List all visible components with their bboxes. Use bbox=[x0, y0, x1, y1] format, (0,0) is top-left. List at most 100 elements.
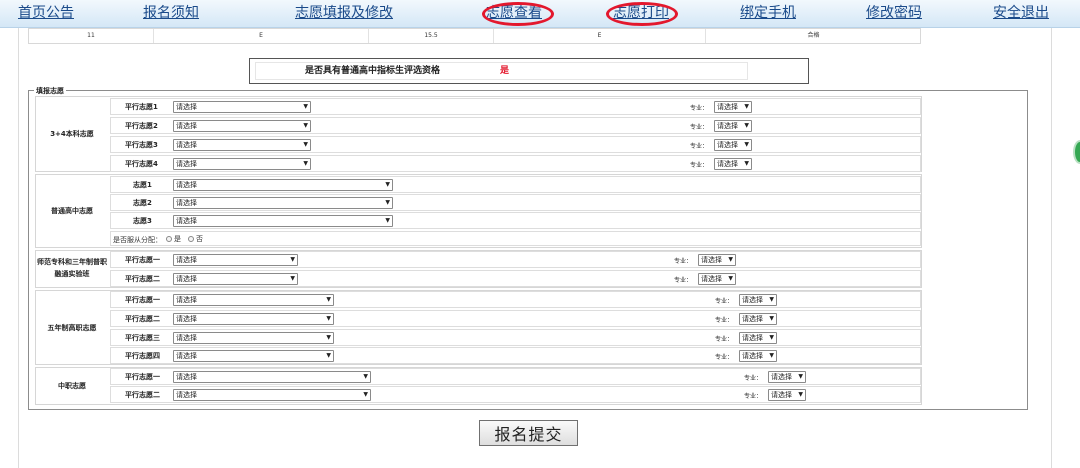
select-value: 请选择 bbox=[717, 103, 738, 111]
group-label: 中职志愿 bbox=[58, 382, 86, 390]
obey-yes-option[interactable]: 是 bbox=[163, 234, 181, 244]
radio-no[interactable] bbox=[188, 236, 194, 242]
select-value: 请选择 bbox=[176, 160, 197, 168]
dropdown-arrow-icon: ▼ bbox=[744, 141, 749, 148]
major-label: 专业： bbox=[715, 317, 734, 324]
major-select[interactable]: 请选择 ▼ bbox=[739, 313, 777, 325]
school-select[interactable]: 请选择 ▼ bbox=[173, 101, 311, 113]
dropdown-arrow-icon: ▼ bbox=[290, 275, 295, 282]
school-select[interactable]: 请选择 ▼ bbox=[173, 313, 334, 325]
major-select[interactable]: 请选择 ▼ bbox=[739, 294, 777, 306]
major-label: 专业： bbox=[715, 298, 734, 305]
choice-label: 平行志愿一 bbox=[125, 373, 160, 381]
major-select[interactable]: 请选择 ▼ bbox=[768, 371, 806, 383]
score-cell: 15.5 bbox=[369, 29, 494, 43]
dropdown-arrow-icon: ▼ bbox=[798, 373, 803, 380]
school-select[interactable]: 请选择 ▼ bbox=[173, 139, 311, 151]
radio-yes[interactable] bbox=[166, 236, 172, 242]
choice-row: 志愿3 请选择 ▼ bbox=[110, 212, 921, 229]
nav-registration-notes[interactable]: 报名须知 bbox=[143, 4, 199, 22]
dropdown-arrow-icon: ▼ bbox=[744, 103, 749, 110]
major-select[interactable]: 请选择 ▼ bbox=[714, 158, 752, 170]
major-select[interactable]: 请选择 ▼ bbox=[714, 120, 752, 132]
group-label: 五年制高职志愿 bbox=[47, 324, 97, 332]
select-value: 请选择 bbox=[742, 296, 763, 304]
choice-label: 志愿2 bbox=[133, 199, 152, 207]
choice-row: 志愿1 请选择 ▼ bbox=[110, 176, 921, 193]
score-row: 11 E 15.5 E 合格 bbox=[28, 28, 921, 44]
school-select[interactable]: 请选择 ▼ bbox=[173, 215, 393, 227]
choice-row: 平行志愿一 请选择 ▼ 专业： 请选择 ▼ bbox=[110, 368, 921, 385]
group-label: 3+4本科志愿 bbox=[50, 130, 94, 138]
school-select[interactable]: 请选择 ▼ bbox=[173, 389, 371, 401]
select-value: 请选择 bbox=[717, 122, 738, 130]
school-select[interactable]: 请选择 ▼ bbox=[173, 120, 311, 132]
choice-label: 平行志愿1 bbox=[125, 103, 158, 111]
choice-label: 平行志愿二 bbox=[125, 391, 160, 399]
select-value: 请选择 bbox=[742, 352, 763, 360]
page-scrollbar[interactable] bbox=[1052, 28, 1080, 468]
select-value: 请选择 bbox=[176, 199, 197, 207]
dropdown-arrow-icon: ▼ bbox=[326, 315, 331, 322]
nav-home-notice[interactable]: 首页公告 bbox=[18, 4, 74, 22]
major-select[interactable]: 请选择 ▼ bbox=[714, 139, 752, 151]
choice-row: 平行志愿4 请选择 ▼ 专业： 请选择 ▼ bbox=[110, 155, 921, 172]
select-value: 请选择 bbox=[176, 256, 197, 264]
dropdown-arrow-icon: ▼ bbox=[303, 122, 308, 129]
major-label: 专业： bbox=[744, 393, 763, 400]
choice-row: 平行志愿一 请选择 ▼ 专业： 请选择 ▼ bbox=[110, 291, 921, 308]
major-select[interactable]: 请选择 ▼ bbox=[698, 254, 736, 266]
choice-row: 平行志愿二 请选择 ▼ 专业： 请选择 ▼ bbox=[110, 270, 921, 287]
obey-allocation-row: 是否服从分配： 是 否 bbox=[110, 231, 921, 246]
dropdown-arrow-icon: ▼ bbox=[385, 181, 390, 188]
nav-fill-modify[interactable]: 志愿填报及修改 bbox=[295, 4, 393, 22]
select-value: 请选择 bbox=[176, 141, 197, 149]
major-select[interactable]: 请选择 ▼ bbox=[698, 273, 736, 285]
school-select[interactable]: 请选择 ▼ bbox=[173, 179, 393, 191]
choice-row: 平行志愿3 请选择 ▼ 专业： 请选择 ▼ bbox=[110, 136, 921, 153]
dropdown-arrow-icon: ▼ bbox=[728, 275, 733, 282]
score-cell: E bbox=[494, 29, 706, 43]
dropdown-arrow-icon: ▼ bbox=[769, 315, 774, 322]
major-label: 专业： bbox=[744, 375, 763, 382]
score-cell: E bbox=[154, 29, 369, 43]
major-select[interactable]: 请选择 ▼ bbox=[768, 389, 806, 401]
choice-row: 平行志愿1 请选择 ▼ 专业： 请选择 ▼ bbox=[110, 98, 921, 115]
major-label: 专业： bbox=[715, 354, 734, 361]
choice-row: 平行志愿一 请选择 ▼ 专业： 请选择 ▼ bbox=[110, 251, 921, 268]
nav-change-password[interactable]: 修改密码 bbox=[866, 4, 922, 22]
major-select[interactable]: 请选择 ▼ bbox=[739, 332, 777, 344]
select-value: 请选择 bbox=[717, 160, 738, 168]
select-value: 请选择 bbox=[701, 256, 722, 264]
side-float-icon[interactable] bbox=[1073, 140, 1080, 164]
eligibility-label: 是否具有普通高中指标生评选资格 bbox=[305, 66, 441, 76]
fieldset-legend: 填报志愿 bbox=[34, 86, 66, 96]
nav-bind-phone[interactable]: 绑定手机 bbox=[740, 4, 796, 22]
select-value: 请选择 bbox=[701, 275, 722, 283]
dropdown-arrow-icon: ▼ bbox=[303, 160, 308, 167]
select-value: 请选择 bbox=[176, 122, 197, 130]
select-value: 请选择 bbox=[771, 391, 792, 399]
nav-logout[interactable]: 安全退出 bbox=[993, 4, 1049, 22]
major-select[interactable]: 请选择 ▼ bbox=[714, 101, 752, 113]
school-select[interactable]: 请选择 ▼ bbox=[173, 332, 334, 344]
highlight-circle-view bbox=[482, 2, 554, 26]
school-select[interactable]: 请选择 ▼ bbox=[173, 350, 334, 362]
school-select[interactable]: 请选择 ▼ bbox=[173, 197, 393, 209]
school-select[interactable]: 请选择 ▼ bbox=[173, 294, 334, 306]
radio-no-label: 否 bbox=[196, 235, 203, 243]
school-select[interactable]: 请选择 ▼ bbox=[173, 371, 371, 383]
obey-no-option[interactable]: 否 bbox=[185, 234, 203, 244]
school-select[interactable]: 请选择 ▼ bbox=[173, 273, 298, 285]
choice-label: 志愿1 bbox=[133, 181, 152, 189]
eligibility-value: 是 bbox=[500, 66, 510, 76]
group-label: 普通高中志愿 bbox=[51, 207, 93, 215]
select-value: 请选择 bbox=[176, 103, 197, 111]
school-select[interactable]: 请选择 ▼ bbox=[173, 158, 311, 170]
score-cell: 合格 bbox=[807, 32, 820, 39]
school-select[interactable]: 请选择 ▼ bbox=[173, 254, 298, 266]
submit-button[interactable]: 报名提交 bbox=[479, 420, 578, 446]
choice-label: 平行志愿2 bbox=[125, 122, 158, 130]
major-select[interactable]: 请选择 ▼ bbox=[739, 350, 777, 362]
major-label: 专业： bbox=[690, 143, 709, 150]
